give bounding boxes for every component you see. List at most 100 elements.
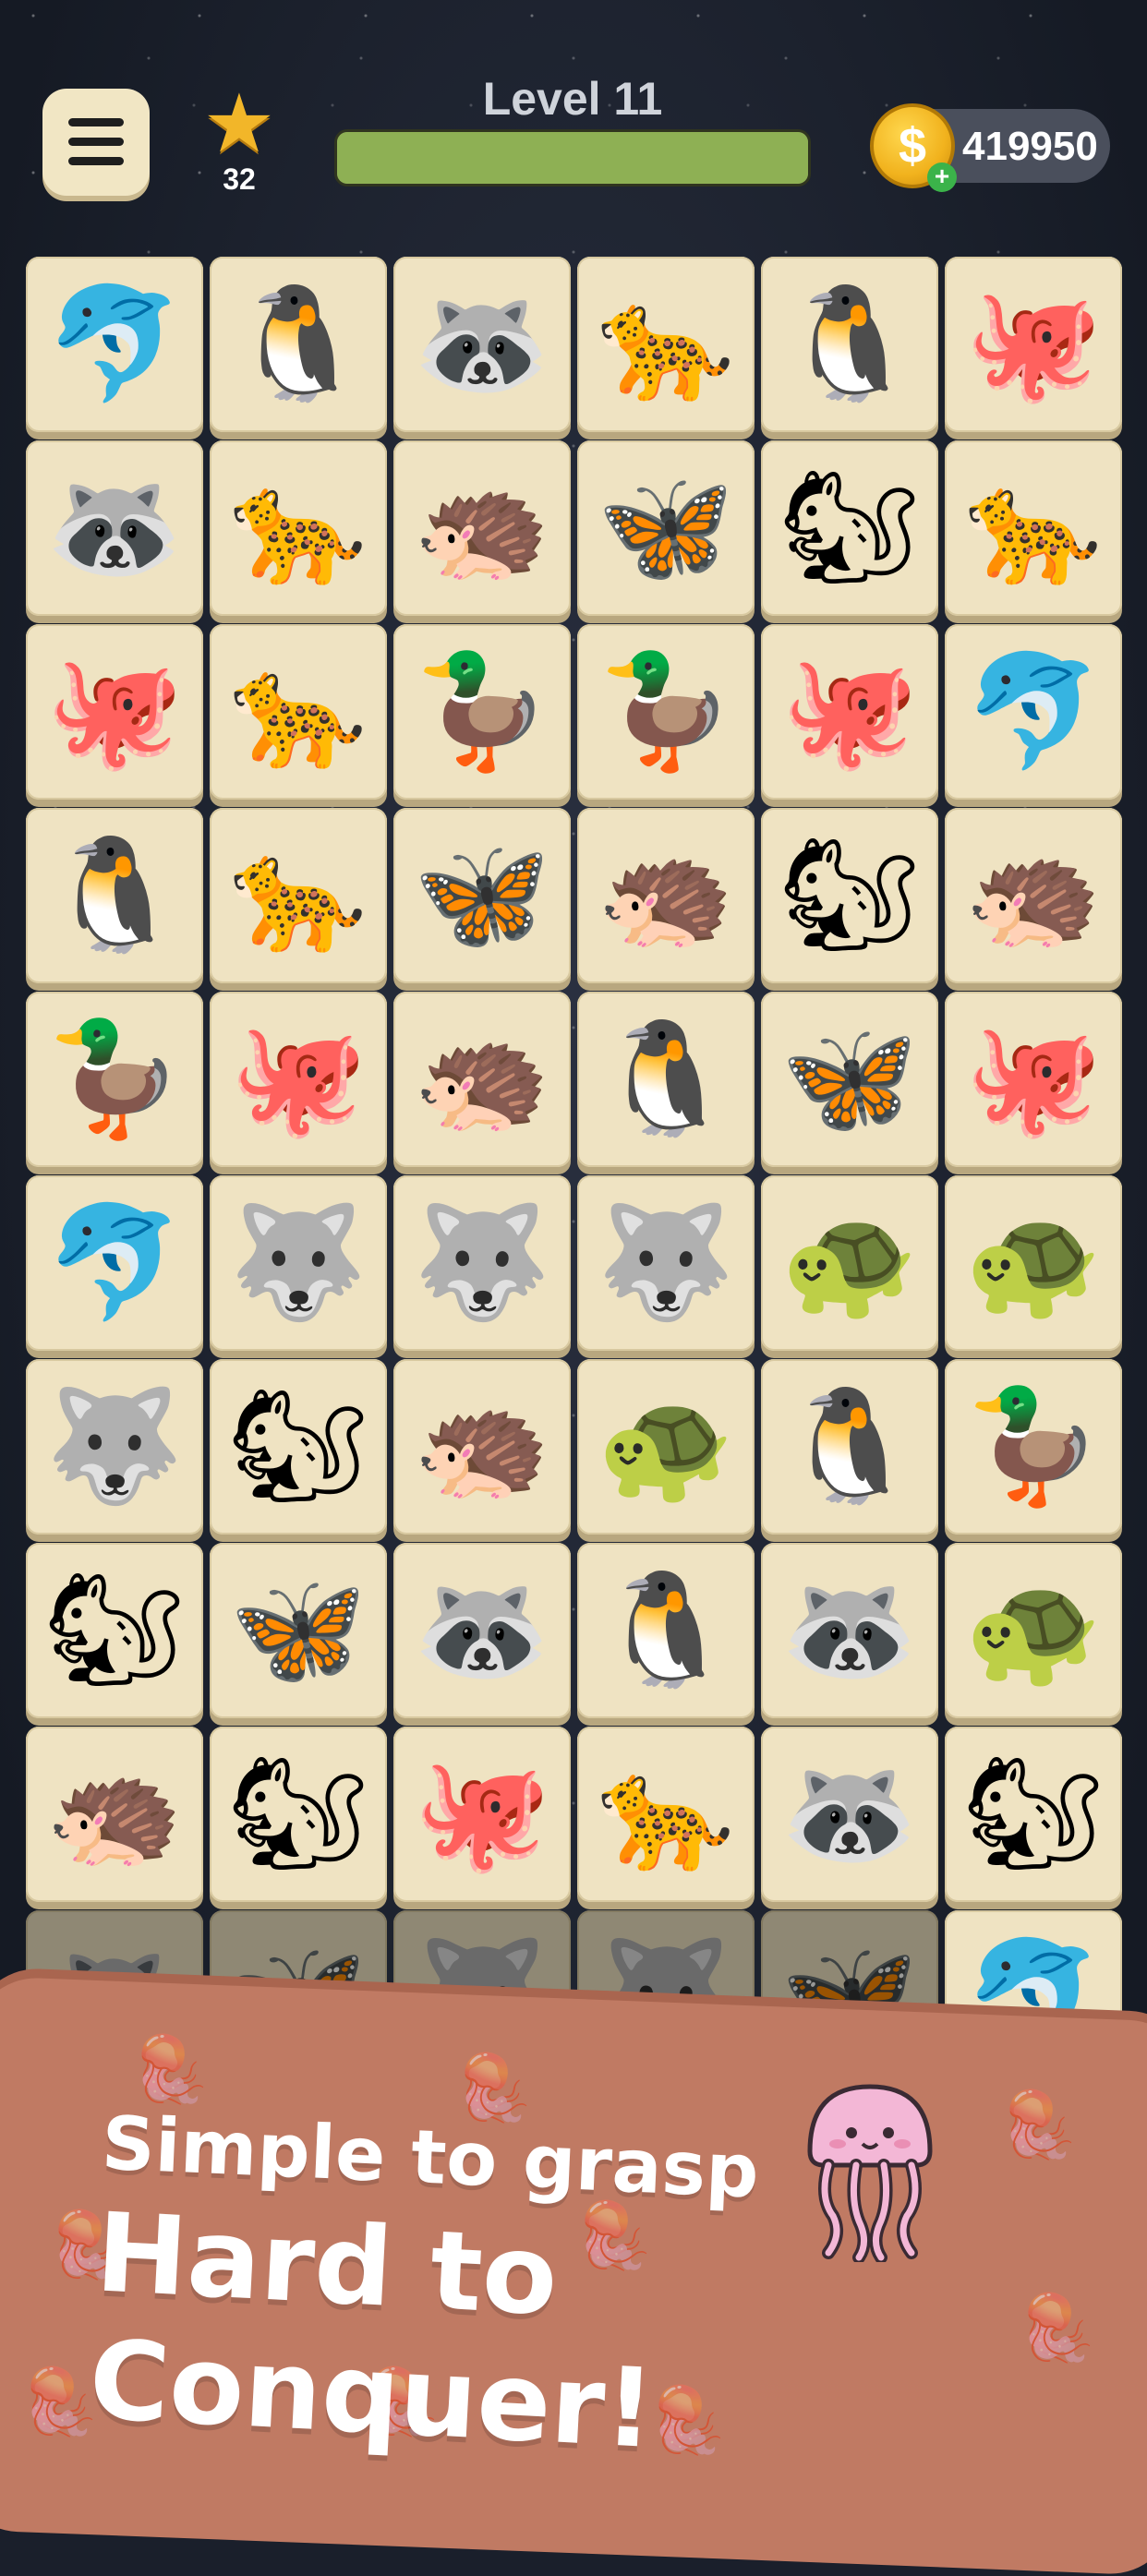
tile-duck[interactable]: 🦆 <box>945 1359 1122 1535</box>
tile-raccoon[interactable]: 🦝 <box>393 257 571 432</box>
tile-octopus[interactable]: 🐙 <box>945 257 1122 432</box>
tile-turtle[interactable]: 🐢 <box>945 1175 1122 1351</box>
tile-duck[interactable]: 🦆 <box>577 624 755 800</box>
tile-raccoon[interactable]: 🦝 <box>761 1543 938 1718</box>
tile-leopard[interactable]: 🐆 <box>210 624 387 800</box>
tile-duck[interactable]: 🦆 <box>26 992 203 1167</box>
octopus-icon: 🐙 <box>964 1015 1103 1143</box>
tile-leopard[interactable]: 🐆 <box>210 808 387 983</box>
tile-penguin[interactable]: 🐧 <box>577 992 755 1167</box>
tile-squirrel[interactable]: 🐿 <box>26 1543 203 1718</box>
tile-hedgehog[interactable]: 🦔 <box>393 1359 571 1535</box>
tile-raccoon[interactable]: 🦝 <box>393 1543 571 1718</box>
tile-penguin[interactable]: 🐧 <box>761 1359 938 1535</box>
tile-octopus[interactable]: 🐙 <box>393 1727 571 1902</box>
level-title: Level 11 <box>482 73 663 125</box>
jellyfish-pattern-icon: 🪼 <box>453 2050 534 2125</box>
leopard-icon: 🐆 <box>229 831 368 959</box>
squirrel-icon: 🐿 <box>962 1750 1105 1878</box>
hedgehog-icon: 🦔 <box>413 463 551 592</box>
duck-icon: 🦆 <box>964 1382 1103 1511</box>
duck-icon: 🦆 <box>45 1015 184 1143</box>
duck-icon: 🦆 <box>597 647 735 776</box>
tile-squirrel[interactable]: 🐿 <box>761 440 938 616</box>
tile-octopus[interactable]: 🐙 <box>26 624 203 800</box>
menu-button[interactable] <box>42 89 150 196</box>
tile-leopard[interactable]: 🐆 <box>577 257 755 432</box>
tile-raccoon[interactable]: 🦝 <box>761 1727 938 1902</box>
tile-wolf[interactable]: 🐺 <box>393 1175 571 1351</box>
tile-leopard[interactable]: 🐆 <box>945 440 1122 616</box>
raccoon-icon: 🦝 <box>780 1750 919 1878</box>
squirrel-icon: 🐿 <box>43 1566 186 1694</box>
octopus-icon: 🐙 <box>413 1750 551 1878</box>
tile-squirrel[interactable]: 🐿 <box>210 1727 387 1902</box>
tile-butterfly[interactable]: 🦋 <box>210 1543 387 1718</box>
hamburger-icon <box>68 138 124 146</box>
stars-count: 32 <box>223 163 256 196</box>
tile-squirrel[interactable]: 🐿 <box>761 808 938 983</box>
tile-turtle[interactable]: 🐢 <box>761 1175 938 1351</box>
raccoon-icon: 🦝 <box>45 463 184 592</box>
tile-penguin[interactable]: 🐧 <box>26 808 203 983</box>
wolf-icon: 🐺 <box>597 1198 735 1327</box>
tile-squirrel[interactable]: 🐿 <box>210 1359 387 1535</box>
dolphin-icon: 🐬 <box>964 647 1103 776</box>
leopard-icon: 🐆 <box>229 647 368 776</box>
tile-turtle[interactable]: 🐢 <box>945 1543 1122 1718</box>
tile-hedgehog[interactable]: 🦔 <box>577 808 755 983</box>
tile-octopus[interactable]: 🐙 <box>761 624 938 800</box>
tile-penguin[interactable]: 🐧 <box>761 257 938 432</box>
butterfly-icon: 🦋 <box>413 831 551 959</box>
coins-count: 419950 <box>962 124 1098 169</box>
tile-octopus[interactable]: 🐙 <box>210 992 387 1167</box>
penguin-icon: 🐧 <box>780 1382 919 1511</box>
tile-hedgehog[interactable]: 🦔 <box>393 440 571 616</box>
hedgehog-icon: 🦔 <box>413 1382 551 1511</box>
tile-turtle[interactable]: 🐢 <box>577 1359 755 1535</box>
add-coins-icon[interactable]: + <box>927 163 957 192</box>
tile-wolf[interactable]: 🐺 <box>577 1175 755 1351</box>
dolphin-icon: 🐬 <box>45 1198 184 1327</box>
leopard-icon: 🐆 <box>964 463 1103 592</box>
jellyfish-pattern-icon: 🪼 <box>129 2031 211 2107</box>
raccoon-icon: 🦝 <box>413 280 551 408</box>
turtle-icon: 🐢 <box>780 1198 919 1327</box>
tile-hedgehog[interactable]: 🦔 <box>945 808 1122 983</box>
tile-butterfly[interactable]: 🦋 <box>761 992 938 1167</box>
wolf-icon: 🐺 <box>45 1382 184 1511</box>
tile-butterfly[interactable]: 🦋 <box>393 808 571 983</box>
octopus-icon: 🐙 <box>45 647 184 776</box>
tile-octopus[interactable]: 🐙 <box>945 992 1122 1167</box>
squirrel-icon: 🐿 <box>779 831 921 959</box>
penguin-icon: 🐧 <box>780 280 919 408</box>
squirrel-icon: 🐿 <box>779 463 921 592</box>
tile-dolphin[interactable]: 🐬 <box>26 1175 203 1351</box>
tile-leopard[interactable]: 🐆 <box>577 1727 755 1902</box>
turtle-icon: 🐢 <box>597 1382 735 1511</box>
tile-raccoon[interactable]: 🦝 <box>26 440 203 616</box>
hedgehog-icon: 🦔 <box>45 1750 184 1878</box>
hedgehog-icon: 🦔 <box>597 831 735 959</box>
tile-hedgehog[interactable]: 🦔 <box>393 992 571 1167</box>
jellyfish-pattern-icon: 🪼 <box>997 2087 1079 2162</box>
tile-dolphin[interactable]: 🐬 <box>945 624 1122 800</box>
raccoon-icon: 🦝 <box>780 1566 919 1694</box>
tile-penguin[interactable]: 🐧 <box>210 257 387 432</box>
tile-squirrel[interactable]: 🐿 <box>945 1727 1122 1902</box>
hamburger-icon <box>68 118 124 126</box>
penguin-icon: 🐧 <box>229 280 368 408</box>
hedgehog-icon: 🦔 <box>964 831 1103 959</box>
octopus-icon: 🐙 <box>964 280 1103 408</box>
tile-wolf[interactable]: 🐺 <box>210 1175 387 1351</box>
turtle-icon: 🐢 <box>964 1198 1103 1327</box>
raccoon-icon: 🦝 <box>413 1566 551 1694</box>
tile-butterfly[interactable]: 🦋 <box>577 440 755 616</box>
stars-counter: ★ 32 <box>198 83 281 197</box>
tile-penguin[interactable]: 🐧 <box>577 1543 755 1718</box>
tile-wolf[interactable]: 🐺 <box>26 1359 203 1535</box>
tile-hedgehog[interactable]: 🦔 <box>26 1727 203 1902</box>
tile-leopard[interactable]: 🐆 <box>210 440 387 616</box>
tile-dolphin[interactable]: 🐬 <box>26 257 203 432</box>
tile-duck[interactable]: 🦆 <box>393 624 571 800</box>
